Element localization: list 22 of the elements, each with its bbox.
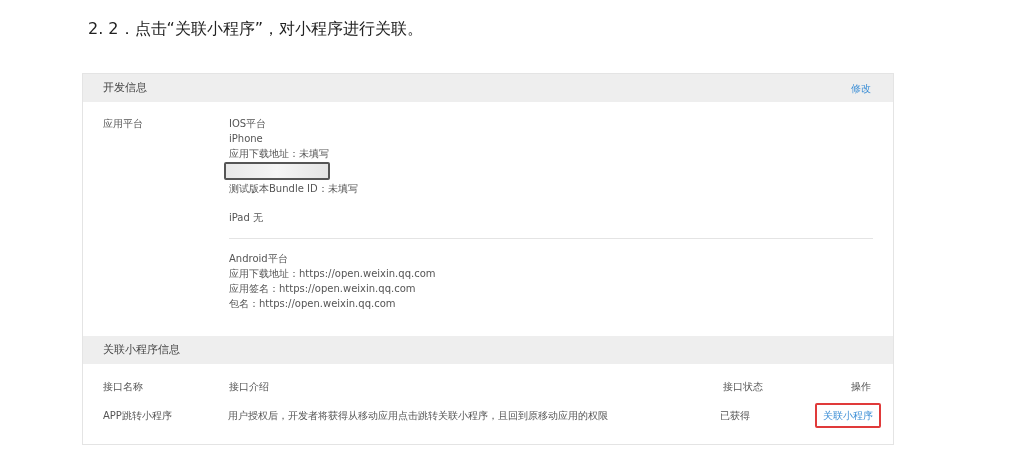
column-header: 接口名称 [103, 380, 143, 392]
step-heading: 2. 2．点击“关联小程序”，对小程序进行关联。 [88, 19, 424, 38]
table-cell: 已获得 [719, 409, 750, 421]
edit-link[interactable]: 修改 [851, 80, 871, 96]
device-name: iPhone [229, 132, 264, 146]
link-mini-program-link[interactable]: 关联小程序 [815, 402, 881, 428]
platform-title: IOS平台 [229, 117, 268, 131]
bundle-id: 测试版本Bundle ID：未填写 [229, 182, 359, 196]
platform-title: Android平台 [229, 252, 289, 266]
column-header: 接口介绍 [229, 380, 269, 392]
android-info-line: 包名：https://open.weixin.qq.com [229, 297, 397, 311]
section-title: 关联小程序信息 [103, 341, 180, 358]
table-cell: 用户授权后，开发者将获得从移动应用点击跳转关联小程序，且回到原移动应用的权限 [228, 409, 609, 421]
table-cell: APP跳转小程序 [103, 409, 172, 421]
section-title: 开发信息 [103, 79, 147, 96]
device-name: iPad 无 [229, 212, 263, 223]
column-header: 操作 [851, 380, 871, 392]
column-header: 接口状态 [723, 380, 763, 392]
android-info-line: 应用签名：https://open.weixin.qq.com [229, 282, 417, 296]
android-info-line: 应用下载地址：https://open.weixin.qq.com [229, 267, 437, 281]
field-label: 应用平台 [103, 118, 143, 129]
download-url: 应用下载地址：未填写 [229, 147, 330, 161]
